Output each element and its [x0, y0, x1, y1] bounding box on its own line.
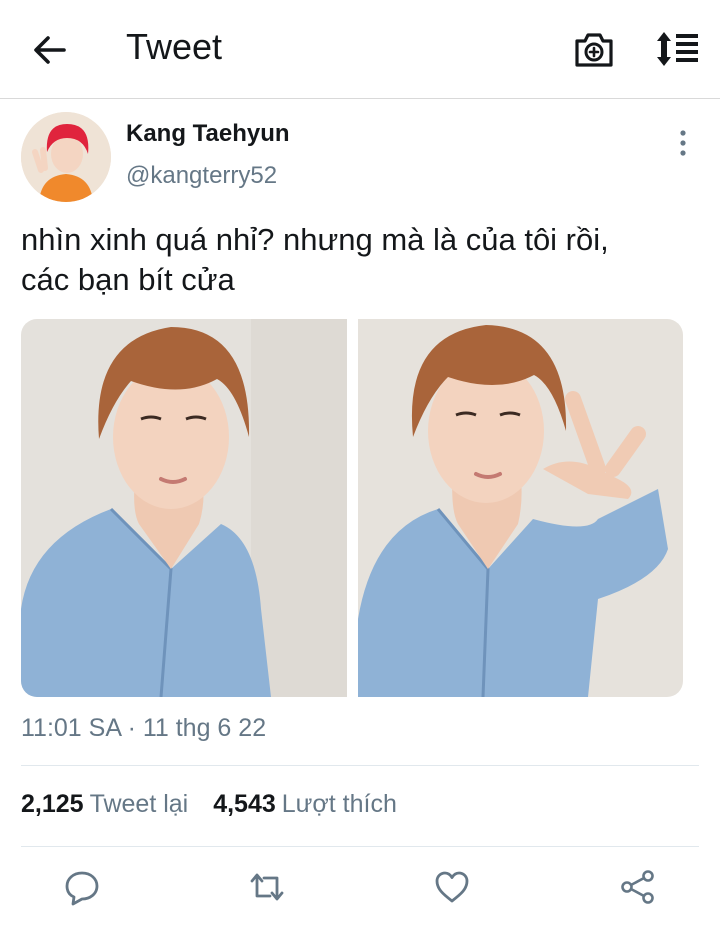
arrow-left-icon: [34, 36, 66, 64]
likes-count: 4,543: [213, 790, 276, 818]
author-handle[interactable]: @kangterry52: [126, 162, 277, 190]
tweet-photo-2[interactable]: [358, 319, 683, 697]
like-icon: [435, 871, 469, 903]
like-button[interactable]: [433, 868, 471, 906]
more-options-button[interactable]: [670, 128, 696, 158]
tweet-text-line: nhìn xinh quá nhỉ? nhưng mà là của tôi r…: [21, 222, 609, 257]
retweets-label: Tweet lại: [89, 790, 189, 818]
tweet-text: nhìn xinh quá nhỉ? nhưng mà là của tôi r…: [21, 220, 701, 300]
reply-icon: [65, 871, 99, 906]
avatar[interactable]: [21, 112, 111, 202]
tweet-timestamp[interactable]: 11:01 SA · 11 thg 6 22: [21, 714, 266, 743]
likes-label: Lượt thích: [281, 790, 397, 818]
page-title: Tweet: [126, 26, 223, 67]
author-name[interactable]: Kang Taehyun: [126, 120, 290, 148]
reply-button[interactable]: [63, 868, 101, 906]
top-bar: Tweet: [0, 0, 720, 99]
share-icon: [621, 870, 654, 904]
retweet-button[interactable]: [248, 868, 286, 906]
divider: [21, 846, 699, 847]
divider: [21, 765, 699, 766]
photo-selfie: [21, 319, 347, 697]
camera-plus-icon: [575, 33, 613, 67]
sort-list-icon: [657, 32, 698, 66]
camera-button[interactable]: [573, 29, 615, 71]
share-button[interactable]: [619, 868, 657, 906]
tweet-stats: 2,125 Tweet lại 4,543 Lượt thích: [21, 790, 397, 819]
more-vertical-icon: [680, 130, 686, 156]
sort-button[interactable]: [654, 29, 700, 69]
avatar-image: [21, 112, 111, 202]
retweet-icon: [250, 873, 284, 901]
photo-peace-sign: [358, 319, 683, 697]
tweet-text-line: các bạn bít cửa: [21, 262, 235, 297]
back-button[interactable]: [30, 30, 70, 70]
retweets-stat[interactable]: 2,125 Tweet lại: [21, 790, 195, 818]
likes-stat[interactable]: 4,543 Lượt thích: [213, 790, 397, 818]
retweets-count: 2,125: [21, 790, 84, 818]
tweet-photo-1[interactable]: [21, 319, 347, 697]
